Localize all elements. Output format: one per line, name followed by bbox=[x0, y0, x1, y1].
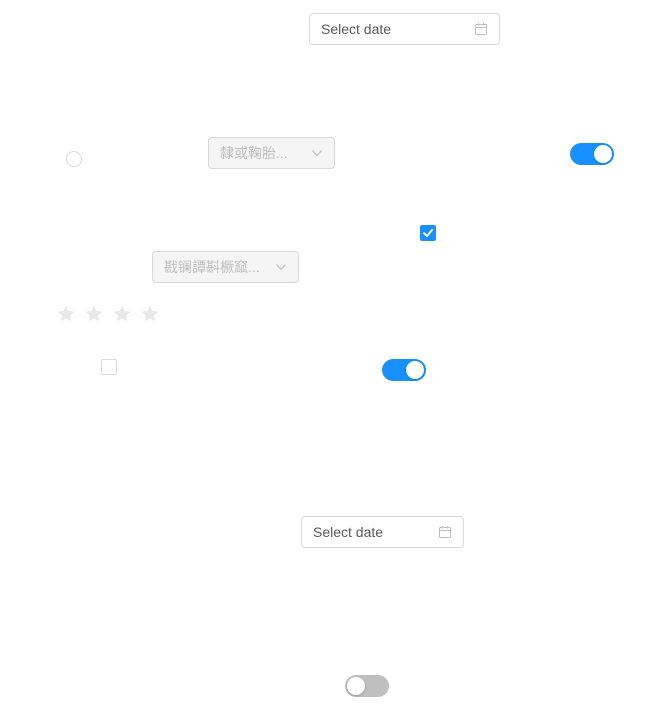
select-value: 隸或鞠胎... bbox=[220, 145, 288, 161]
checkbox[interactable] bbox=[101, 359, 117, 375]
star-icon[interactable] bbox=[56, 304, 76, 324]
chevron-down-icon bbox=[276, 264, 286, 271]
checkmark-icon bbox=[423, 229, 433, 237]
switch-knob bbox=[347, 677, 365, 695]
toggle-switch[interactable] bbox=[570, 143, 614, 165]
date-picker-placeholder: Select date bbox=[321, 21, 392, 37]
select-dropdown[interactable]: 隸或鞠胎... bbox=[208, 137, 335, 169]
star-icon[interactable] bbox=[140, 304, 160, 324]
calendar-icon bbox=[475, 23, 487, 35]
radio-button[interactable] bbox=[66, 151, 82, 167]
calendar-icon bbox=[439, 526, 451, 538]
checkbox[interactable] bbox=[420, 225, 436, 241]
select-value: 戡镧譚斟橛窳... bbox=[164, 259, 260, 275]
star-icon[interactable] bbox=[84, 304, 104, 324]
toggle-switch[interactable] bbox=[345, 675, 389, 697]
switch-knob bbox=[594, 145, 612, 163]
star-rating[interactable] bbox=[56, 304, 160, 324]
star-icon[interactable] bbox=[112, 304, 132, 324]
date-picker[interactable]: Select date bbox=[301, 516, 464, 548]
chevron-down-icon bbox=[312, 150, 322, 157]
toggle-switch[interactable] bbox=[382, 359, 426, 381]
date-picker[interactable]: Select date bbox=[309, 13, 500, 45]
select-dropdown[interactable]: 戡镧譚斟橛窳... bbox=[152, 251, 299, 283]
date-picker-placeholder: Select date bbox=[313, 524, 384, 540]
switch-knob bbox=[406, 361, 424, 379]
